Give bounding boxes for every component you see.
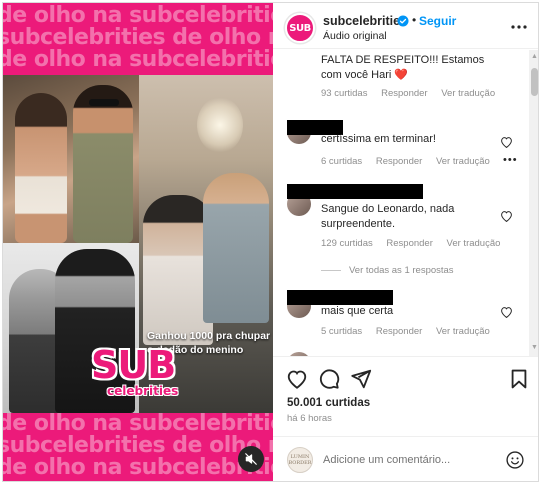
post-timestamp[interactable]: há 6 horas: [287, 413, 332, 424]
comment-text: Sangue do Leonardo, nada surpreendente.: [321, 203, 455, 230]
comment-composer: LUMIN BORDER: [273, 436, 538, 481]
translate-button[interactable]: Ver tradução: [441, 88, 495, 99]
reply-button[interactable]: Responder: [381, 88, 427, 99]
scroll-down-arrow-icon[interactable]: ▼: [531, 344, 538, 351]
heart-icon[interactable]: [500, 210, 513, 222]
translate-button[interactable]: Ver tradução: [447, 238, 501, 249]
emoji-icon[interactable]: [505, 450, 525, 470]
comment-likes[interactable]: 93 curtidas: [321, 88, 367, 99]
current-user-avatar: LUMIN BORDER: [287, 447, 313, 473]
comment-likes[interactable]: 6 curtidas: [321, 156, 362, 167]
redacted-username: [287, 290, 393, 305]
follow-button[interactable]: Seguir: [419, 14, 456, 28]
heart-icon[interactable]: [500, 306, 513, 318]
comment-likes[interactable]: 129 curtidas: [321, 238, 373, 249]
comment-meta: 5 curtidas Responder Ver tradução: [321, 326, 501, 337]
comment-text: FALTA DE RESPEITO!!! Estamos com você Ha…: [321, 54, 485, 81]
comment-bubble-icon[interactable]: [318, 368, 340, 390]
post-media[interactable]: de olho na subcelebrities subcelebrities…: [3, 3, 273, 481]
verified-badge-icon: [397, 15, 409, 27]
comment-meta: 6 curtidas Responder Ver tradução: [321, 156, 501, 167]
comment-meta: 93 curtidas Responder Ver tradução: [321, 88, 506, 99]
translate-button[interactable]: Ver tradução: [436, 156, 490, 167]
more-options-icon[interactable]: [511, 25, 527, 29]
redacted-username: [287, 184, 423, 199]
sub-logo: SUB: [91, 343, 176, 387]
comment-likes[interactable]: 5 curtidas: [321, 326, 362, 337]
scrollbar-thumb[interactable]: [531, 68, 538, 96]
view-replies-button[interactable]: Ver todas as 1 respostas: [321, 265, 454, 276]
comment-more-button[interactable]: •••: [503, 154, 518, 166]
author-username[interactable]: subcelebrities: [323, 14, 407, 28]
mute-button[interactable]: [238, 446, 264, 472]
reply-button[interactable]: Responder: [386, 238, 432, 249]
heart-icon[interactable]: [500, 136, 513, 148]
post-header: SUB subcelebrities • Seguir Áudio origin…: [273, 3, 538, 49]
couple-photo-color: [3, 75, 139, 243]
separator-dot: •: [412, 13, 417, 27]
celebrities-logo: celebrities: [107, 384, 179, 398]
share-send-icon[interactable]: [350, 368, 372, 390]
author-avatar[interactable]: SUB: [285, 13, 315, 43]
reply-button[interactable]: Responder: [376, 156, 422, 167]
reply-button[interactable]: Responder: [376, 326, 422, 337]
likes-count[interactable]: 50.001 curtidas: [287, 397, 370, 409]
audio-label[interactable]: Áudio original: [323, 30, 387, 42]
translate-button[interactable]: Ver tradução: [436, 326, 490, 337]
comment-text: mais que certa: [321, 305, 394, 317]
save-bookmark-icon[interactable]: [508, 368, 530, 390]
like-heart-icon[interactable]: [286, 368, 308, 390]
scroll-up-arrow-icon[interactable]: ▲: [531, 53, 538, 60]
speaker-muted-icon: [245, 453, 257, 465]
post-side-panel: SUB subcelebrities • Seguir Áudio origin…: [273, 3, 538, 481]
instagram-post-window: de olho na subcelebrities subcelebrities…: [2, 2, 539, 482]
post-actions: 50.001 curtidas há 6 horas: [273, 356, 538, 436]
comment-input[interactable]: [323, 451, 493, 469]
comments-list[interactable]: FALTA DE RESPEITO!!! Estamos com você Ha…: [273, 50, 529, 356]
comments-scrollbar[interactable]: ▲ ▼: [529, 50, 538, 356]
comment-meta: 129 curtidas Responder Ver tradução: [321, 238, 511, 249]
comment-text: certíssima em terminar!: [321, 133, 436, 145]
